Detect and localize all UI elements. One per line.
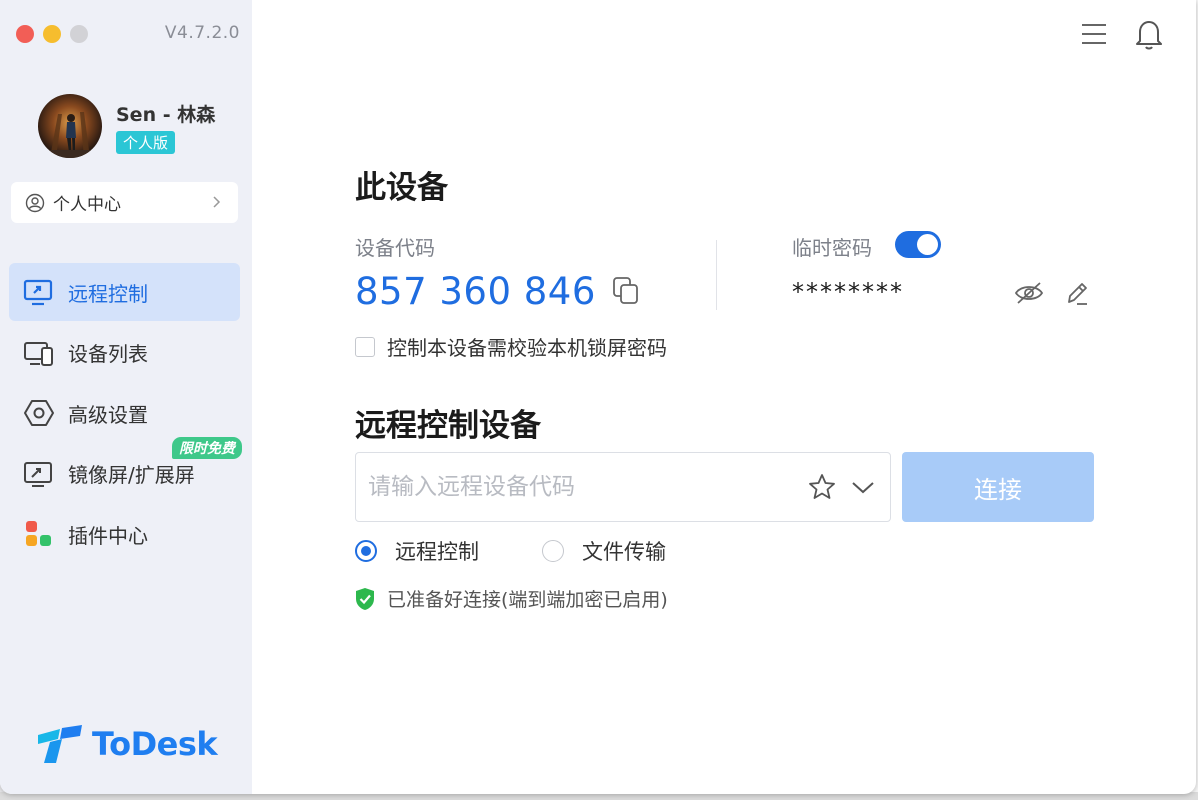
chevron-right-icon xyxy=(213,196,221,208)
remote-code-input-box[interactable] xyxy=(355,452,891,522)
mode-remote-control-option[interactable]: 远程控制 xyxy=(355,536,479,566)
chevron-down-icon[interactable] xyxy=(850,477,876,497)
devices-icon xyxy=(23,337,55,369)
connection-status: 已准备好连接(端到端加密已启用) xyxy=(355,585,668,612)
lock-screen-checkbox[interactable] xyxy=(355,336,375,357)
mode-file-transfer-option[interactable]: 文件传输 xyxy=(542,536,666,566)
screen-mirror-icon xyxy=(23,458,55,490)
this-device-title: 此设备 xyxy=(355,170,448,206)
remote-control-title: 远程控制设备 xyxy=(355,408,541,444)
mode-remote-control-label: 远程控制 xyxy=(395,540,479,564)
shield-check-icon xyxy=(356,587,374,610)
device-code-value: 857 360 846 xyxy=(355,270,596,313)
temp-password-toggle[interactable] xyxy=(895,231,941,258)
star-favorite-icon[interactable] xyxy=(808,473,836,501)
sidebar-item-label: 设备列表 xyxy=(68,342,148,366)
user-circle-icon xyxy=(25,193,45,212)
eye-hidden-icon[interactable] xyxy=(1014,280,1044,306)
mode-remote-control-radio[interactable] xyxy=(355,540,377,562)
temp-password-label: 临时密码 xyxy=(792,236,872,260)
todesk-window: V4.7.2.0 Sen - 林森 个人版 个人中心 远程控制 设备列表 高级设… xyxy=(0,0,1196,794)
sidebar-item-label: 高级设置 xyxy=(68,402,148,427)
sidebar-item-label: 插件中心 xyxy=(68,523,148,548)
connection-status-text: 已准备好连接(端到端加密已启用) xyxy=(387,589,668,611)
close-window-button[interactable] xyxy=(16,25,34,43)
plugins-icon xyxy=(23,518,55,550)
personal-center-label: 个人中心 xyxy=(53,195,121,215)
sidebar: V4.7.2.0 Sen - 林森 个人版 个人中心 远程控制 设备列表 高级设… xyxy=(0,0,252,794)
zoom-window-button[interactable] xyxy=(70,25,88,43)
sidebar-item-label: 镜像屏/扩展屏 xyxy=(68,463,195,487)
connect-button[interactable]: 连接 xyxy=(902,452,1094,522)
app-version: V4.7.2.0 xyxy=(164,23,240,43)
lock-screen-check-row[interactable]: 控制本设备需校验本机锁屏密码 xyxy=(355,332,667,361)
hamburger-menu-icon[interactable] xyxy=(1081,22,1107,46)
copy-icon[interactable] xyxy=(612,276,640,306)
edition-badge: 个人版 xyxy=(116,131,176,154)
brand-logo: ToDesk xyxy=(36,725,218,763)
mode-file-transfer-radio[interactable] xyxy=(542,540,564,562)
edit-pencil-icon[interactable] xyxy=(1065,280,1089,306)
sidebar-item-remote-control[interactable]: 远程控制 xyxy=(9,263,240,321)
divider xyxy=(716,240,717,310)
sidebar-item-device-list[interactable]: 设备列表 xyxy=(9,324,240,382)
lock-screen-check-label: 控制本设备需校验本机锁屏密码 xyxy=(387,336,667,360)
mode-file-transfer-label: 文件传输 xyxy=(582,540,666,564)
bell-icon[interactable] xyxy=(1134,18,1164,50)
sidebar-item-plugins[interactable]: 插件中心 xyxy=(9,505,240,563)
sidebar-item-advanced-settings[interactable]: 高级设置 xyxy=(9,384,240,442)
sidebar-item-screen-mirror[interactable]: 镜像屏/扩展屏 限时免费 xyxy=(9,436,242,503)
avatar[interactable] xyxy=(38,94,102,158)
user-name: Sen - 林森 xyxy=(116,104,216,126)
minimize-window-button[interactable] xyxy=(43,25,61,43)
main-panel: 此设备 设备代码 857 360 846 临时密码 ******** 控制本设备… xyxy=(252,0,1196,794)
monitor-remote-icon xyxy=(23,276,55,308)
personal-center-button[interactable]: 个人中心 xyxy=(11,182,238,223)
toggle-knob xyxy=(917,234,938,255)
remote-code-input[interactable] xyxy=(368,474,788,500)
settings-hex-icon xyxy=(23,397,55,429)
sidebar-item-label: 远程控制 xyxy=(68,281,148,306)
limited-free-badge: 限时免费 xyxy=(172,436,242,459)
brand-name: ToDesk xyxy=(92,725,218,763)
device-code-label: 设备代码 xyxy=(355,236,435,260)
sidebar-nav: 远程控制 设备列表 高级设置 镜像屏/扩展屏 限时免费 插件中心 xyxy=(9,263,242,566)
window-controls xyxy=(16,25,88,43)
todesk-logo-icon xyxy=(38,725,82,763)
temp-password-value: ******** xyxy=(792,278,904,306)
